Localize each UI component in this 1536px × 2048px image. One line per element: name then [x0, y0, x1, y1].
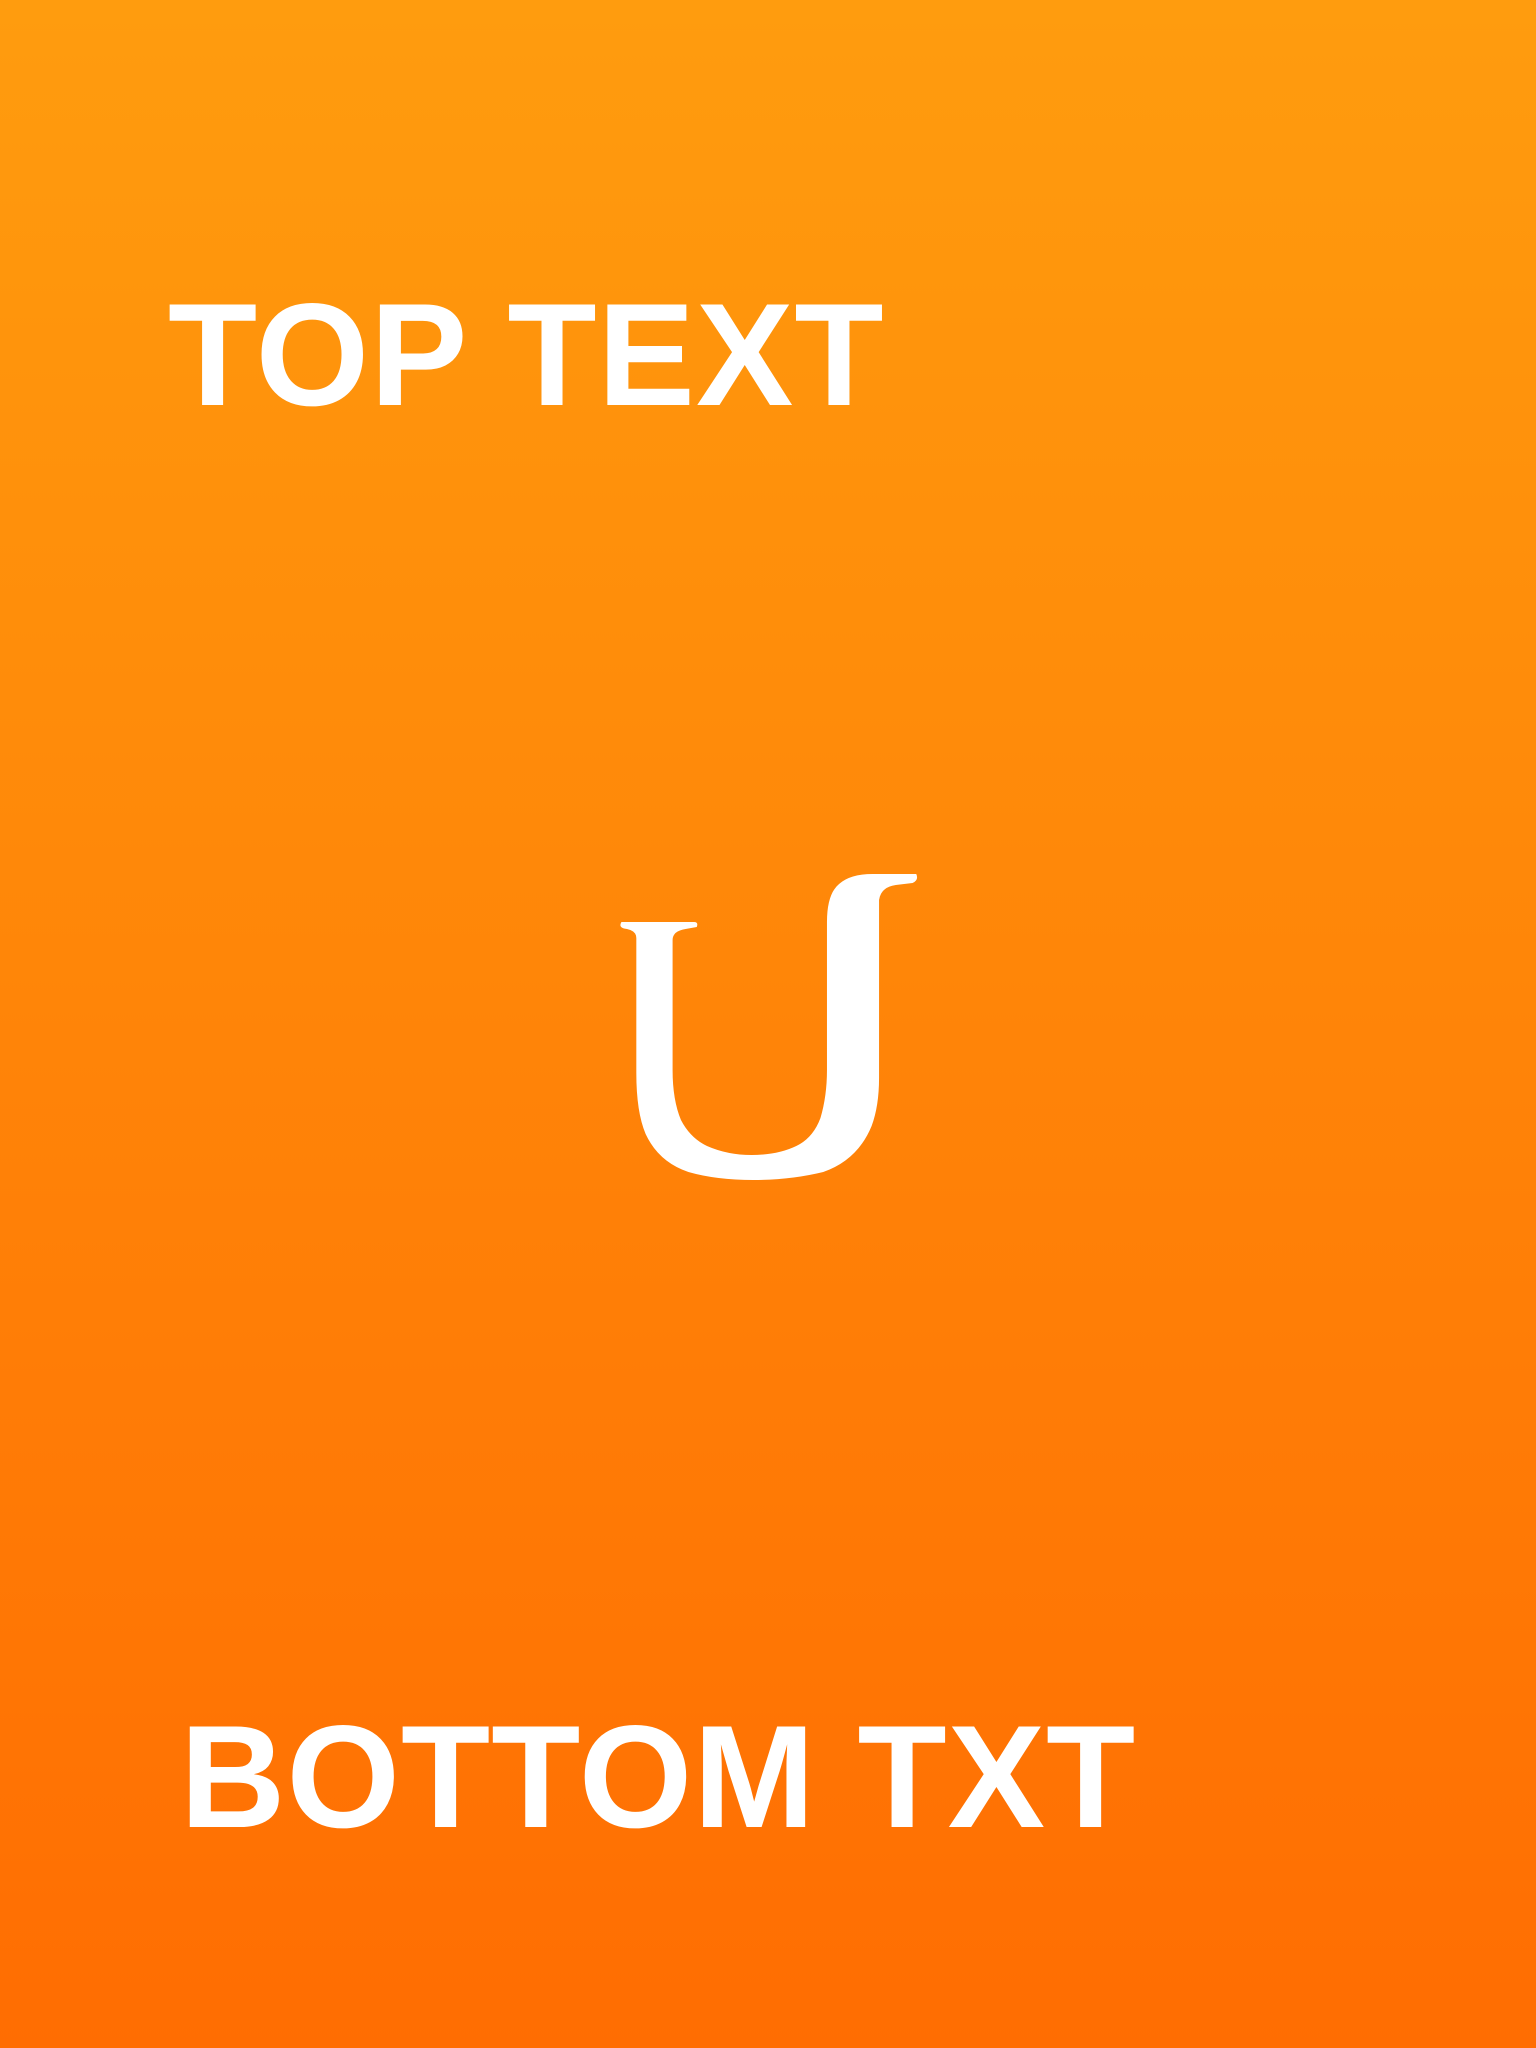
meme-canvas: TOP TEXT BOTTOM TXT — [0, 0, 1536, 2048]
stylized-letter-u-icon — [620, 870, 920, 1180]
bottom-caption: BOTTOM TXT — [180, 1695, 1137, 1858]
top-caption: TOP TEXT — [168, 273, 885, 436]
